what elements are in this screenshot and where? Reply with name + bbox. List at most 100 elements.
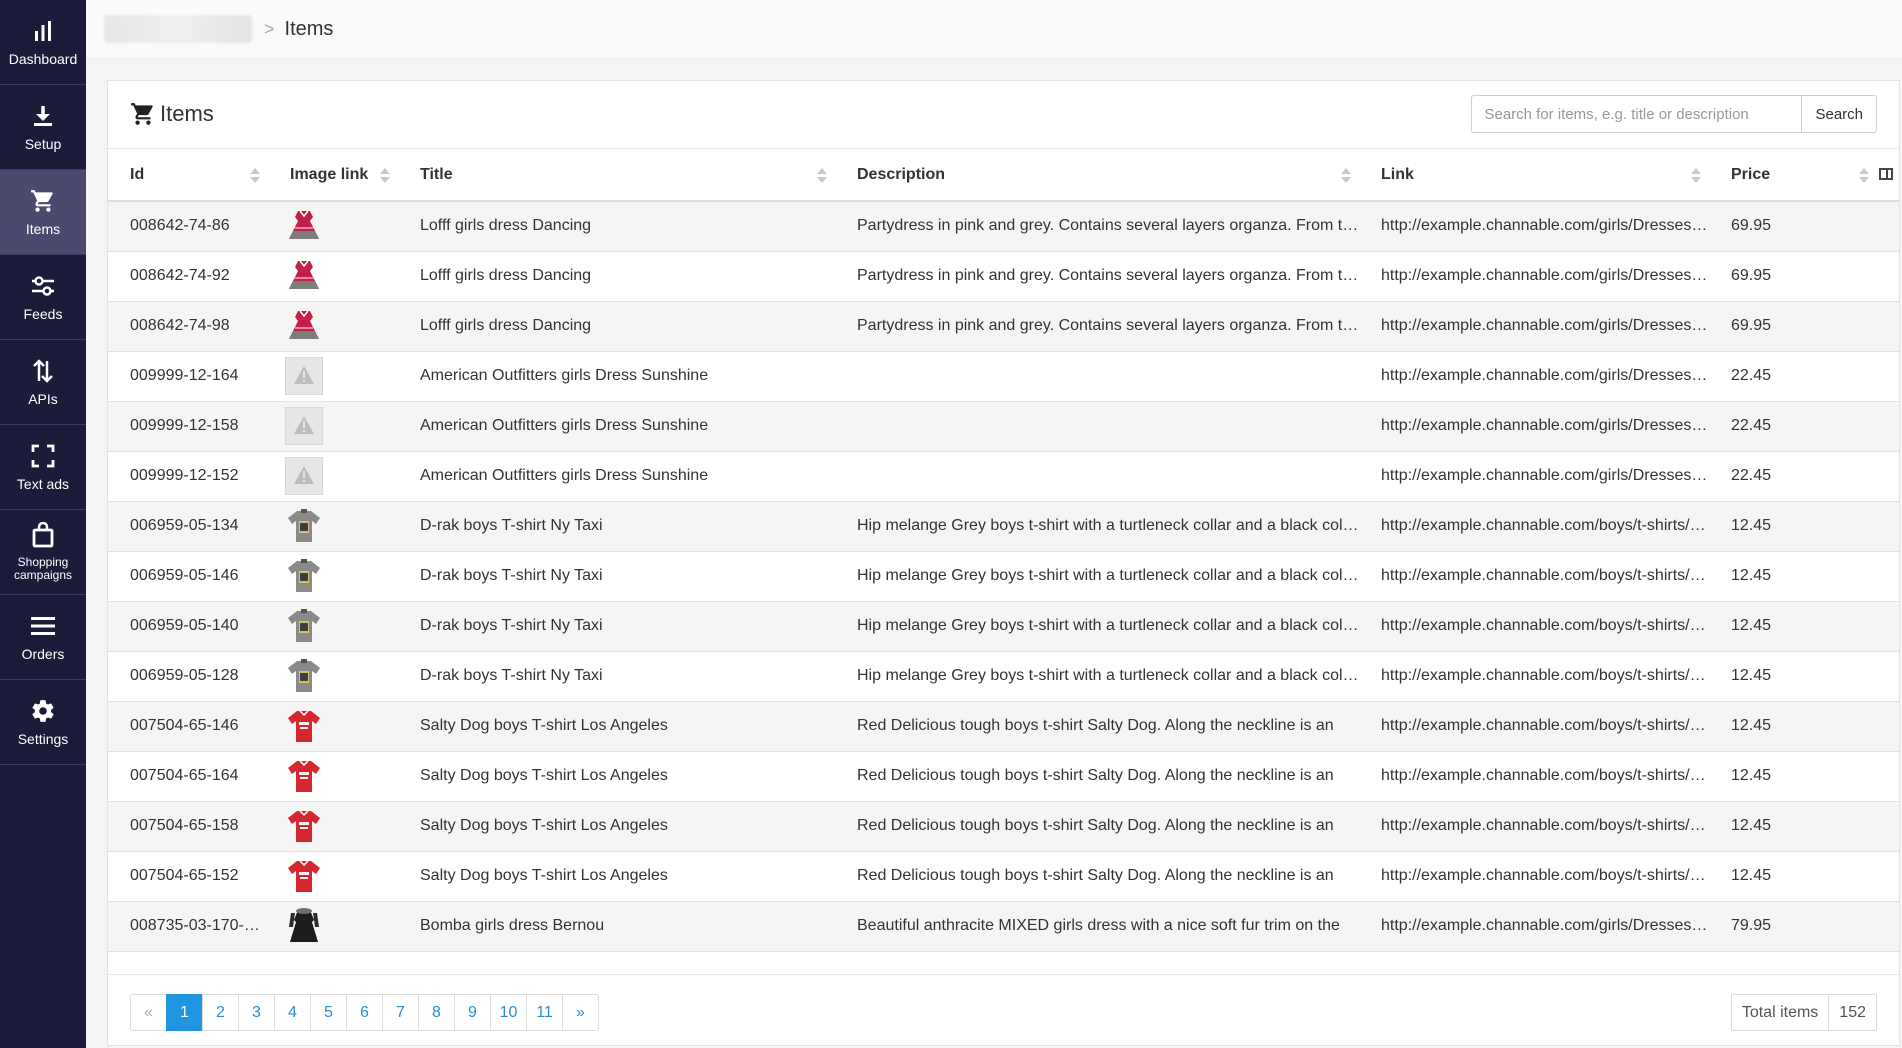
column-header-label: Price — [1731, 165, 1771, 183]
cell-description — [835, 351, 1359, 402]
cell-description — [835, 401, 1359, 452]
cell-price: 69.95 — [1709, 201, 1899, 252]
cell-image — [268, 801, 398, 852]
cell-description: Beautiful anthracite MIXED girls dress w… — [835, 901, 1359, 952]
sidebar-item-label: APIs — [28, 391, 58, 407]
pagination-page[interactable]: 10 — [490, 994, 527, 1031]
cell-image — [268, 451, 398, 502]
search-button[interactable]: Search — [1801, 95, 1877, 133]
table-row[interactable]: 006959-05-134 D-rak boys T-shirt Ny Taxi H… — [108, 501, 1899, 552]
pagination-page[interactable]: 8 — [418, 994, 455, 1031]
column-header-link[interactable]: Link — [1359, 149, 1709, 202]
table-row[interactable]: 008642-74-86 Lofff girls dress Dancing Par… — [108, 201, 1899, 252]
cell-image — [268, 651, 398, 702]
sort-arrows-icon[interactable] — [1691, 168, 1701, 184]
sidebar-item-dashboard[interactable]: Dashboard — [0, 0, 86, 85]
column-header-id[interactable]: Id — [108, 149, 268, 202]
cell-link: http://example.channable.com/girls/Dress… — [1359, 451, 1709, 502]
column-header-label: Image link — [290, 165, 369, 183]
pagination-page[interactable]: 5 — [310, 994, 347, 1031]
sidebar-item-feeds[interactable]: Feeds — [0, 255, 86, 340]
shopping-bag-icon — [30, 522, 56, 548]
column-header-image-link[interactable]: Image link — [268, 149, 398, 202]
cell-title: Bomba girls dress Bernou — [398, 901, 835, 952]
cell-title: Lofff girls dress Dancing — [398, 251, 835, 302]
cell-title: American Outfitters girls Dress Sunshine — [398, 401, 835, 452]
cell-id: 009999-12-164 — [108, 351, 268, 402]
sort-arrows-icon[interactable] — [817, 168, 827, 184]
table-row[interactable]: 006959-05-146 D-rak boys T-shirt Ny Taxi H… — [108, 551, 1899, 602]
pagination-prev[interactable]: « — [130, 994, 167, 1031]
cell-description: Red Delicious tough boys t-shirt Salty D… — [835, 851, 1359, 902]
sort-arrows-icon[interactable] — [1341, 168, 1351, 184]
pagination-page[interactable]: 7 — [382, 994, 419, 1031]
table-header-row: Id Image link Title Description Link Price — [108, 149, 1899, 202]
pagination-page[interactable]: 1 — [166, 994, 203, 1031]
cell-link: http://example.channable.com/boys/t-shir… — [1359, 851, 1709, 902]
table-row[interactable]: 009999-12-164 American Outfitters girls D… — [108, 351, 1899, 402]
sort-arrows-icon[interactable] — [380, 168, 390, 184]
table-row[interactable]: 007504-65-146 Salty Dog boys T-shirt Los … — [108, 701, 1899, 752]
cell-id: 007504-65-164 — [108, 751, 268, 802]
column-header-title[interactable]: Title — [398, 149, 835, 202]
cell-id: 008735-03-170-162 — [108, 901, 268, 952]
sort-arrows-icon[interactable] — [1859, 168, 1869, 184]
missing-image-icon — [285, 457, 398, 495]
table-row[interactable]: 008642-74-98 Lofff girls dress Dancing Par… — [108, 301, 1899, 352]
table-row[interactable]: 006959-05-128 D-rak boys T-shirt Ny Taxi H… — [108, 651, 1899, 702]
sort-arrows-icon[interactable] — [250, 168, 260, 184]
cell-description: Hip melange Grey boys t-shirt with a tur… — [835, 501, 1359, 552]
cell-id: 006959-05-134 — [108, 501, 268, 552]
cell-link: http://example.channable.com/girls/Dress… — [1359, 301, 1709, 352]
total-items-value: 152 — [1828, 994, 1877, 1031]
breadcrumb-blurred-root[interactable] — [104, 15, 252, 43]
pagination-page[interactable]: 4 — [274, 994, 311, 1031]
cell-price: 22.45 — [1709, 451, 1899, 502]
cell-description: Red Delicious tough boys t-shirt Salty D… — [835, 701, 1359, 752]
table-row[interactable]: 006959-05-140 D-rak boys T-shirt Ny Taxi H… — [108, 601, 1899, 652]
sidebar-item-apis[interactable]: APIs — [0, 340, 86, 425]
cell-title: American Outfitters girls Dress Sunshine — [398, 451, 835, 502]
cell-link: http://example.channable.com/boys/t-shir… — [1359, 701, 1709, 752]
search-input[interactable] — [1471, 95, 1802, 133]
search-bar: Search — [1471, 95, 1877, 133]
table-row[interactable]: 007504-65-164 Salty Dog boys T-shirt Los … — [108, 751, 1899, 802]
pagination-page[interactable]: 3 — [238, 994, 275, 1031]
cell-description: Partydress in pink and grey. Contains se… — [835, 251, 1359, 302]
table-row[interactable]: 009999-12-152 American Outfitters girls D… — [108, 451, 1899, 502]
sidebar-item-items[interactable]: Items — [0, 170, 86, 255]
cell-image — [268, 551, 398, 602]
missing-image-icon — [285, 407, 398, 445]
sidebar-item-setup[interactable]: Setup — [0, 85, 86, 170]
cell-link: http://example.channable.com/girls/Dress… — [1359, 201, 1709, 252]
product-thumbnail — [288, 707, 398, 745]
table-row[interactable]: 007504-65-158 Salty Dog boys T-shirt Los … — [108, 801, 1899, 852]
cell-link: http://example.channable.com/girls/Dress… — [1359, 901, 1709, 952]
pagination-next[interactable]: » — [562, 994, 599, 1031]
cell-description: Partydress in pink and grey. Contains se… — [835, 301, 1359, 352]
cell-description: Red Delicious tough boys t-shirt Salty D… — [835, 751, 1359, 802]
pagination-page[interactable]: 9 — [454, 994, 491, 1031]
cell-price: 22.45 — [1709, 401, 1899, 452]
pagination-page[interactable]: 11 — [526, 994, 563, 1031]
column-picker-icon[interactable] — [1879, 168, 1893, 180]
sidebar-item-text-ads[interactable]: Text ads — [0, 425, 86, 510]
table-row[interactable]: 007504-65-152 Salty Dog boys T-shirt Los … — [108, 851, 1899, 902]
cell-id: 008642-74-98 — [108, 301, 268, 352]
sidebar-item-orders[interactable]: Orders — [0, 595, 86, 680]
sidebar-item-settings[interactable]: Settings — [0, 680, 86, 765]
pagination-page[interactable]: 6 — [346, 994, 383, 1031]
sidebar-item-shopping-campaigns[interactable]: Shopping campaigns — [0, 510, 86, 595]
column-header-description[interactable]: Description — [835, 149, 1359, 202]
cell-link: http://example.channable.com/boys/t-shir… — [1359, 551, 1709, 602]
cart-icon — [130, 101, 156, 127]
cell-price: 22.45 — [1709, 351, 1899, 402]
cell-description: Hip melange Grey boys t-shirt with a tur… — [835, 601, 1359, 652]
column-header-price[interactable]: Price — [1709, 149, 1899, 202]
table-row[interactable]: 008642-74-92 Lofff girls dress Dancing Par… — [108, 251, 1899, 302]
table-row[interactable]: 008735-03-170-162 Bomba girls dress Berno… — [108, 901, 1899, 952]
pagination-page[interactable]: 2 — [202, 994, 239, 1031]
cell-price: 12.45 — [1709, 601, 1899, 652]
cell-price: 12.45 — [1709, 851, 1899, 902]
table-row[interactable]: 009999-12-158 American Outfitters girls D… — [108, 401, 1899, 452]
